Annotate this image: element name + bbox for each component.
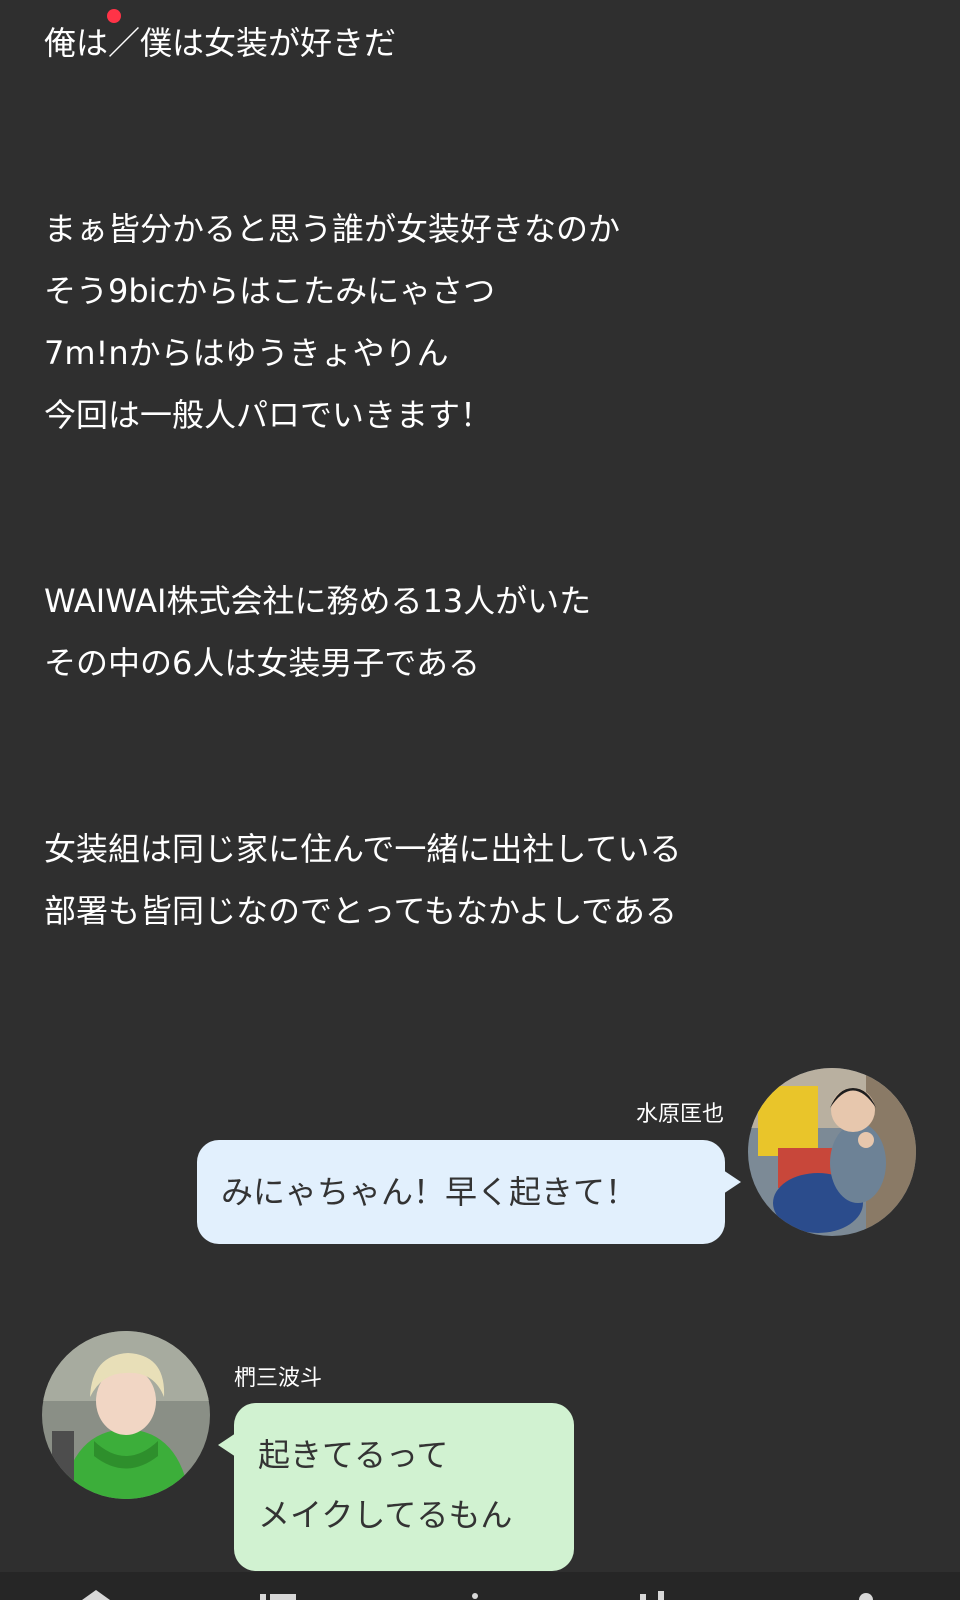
story-spacer — [44, 756, 934, 818]
story-spacer — [44, 694, 934, 756]
story-spacer — [44, 446, 934, 508]
story-line: 7m!nからはゆうきょやりん — [44, 334, 449, 372]
story-spacer — [44, 508, 934, 570]
chat-bubble-text: 起きてるって — [258, 1436, 449, 1474]
story-line: 俺は／僕は女装が好きだ — [44, 24, 397, 62]
story-spacer — [44, 74, 934, 136]
user-icon[interactable] — [846, 1590, 886, 1600]
notification-dot — [107, 9, 121, 23]
chat-bubble-text: みにゃちゃん！早く起きて！ — [221, 1173, 638, 1211]
pen-icon[interactable] — [455, 1590, 495, 1600]
chat-bubble: 起きてるって メイクしてるもん — [218, 1403, 574, 1571]
story-line: まぁ皆分かると思う誰が女装好きなのか — [44, 210, 621, 248]
list-icon[interactable] — [258, 1590, 298, 1600]
speaker-name: 椚三波斗 — [234, 1366, 323, 1391]
story-line: 今回は一般人パロでいきます！ — [44, 396, 493, 434]
chat-bubble-text: メイクしてるもん — [258, 1496, 513, 1534]
home-icon[interactable] — [76, 1590, 116, 1600]
speaker-avatar-right[interactable] — [748, 1068, 916, 1236]
bottom-nav — [0, 1572, 960, 1600]
story-line: 女装組は同じ家に住んで一緒に出社している — [44, 830, 682, 868]
speaker-avatar-left[interactable] — [42, 1331, 210, 1499]
story-text: 俺は／僕は女装が好きだ まぁ皆分かると思う誰が女装好きなのか そう9bicからは… — [44, 12, 934, 942]
speaker-name: 水原匡也 — [635, 1102, 724, 1127]
story-spacer — [44, 136, 934, 198]
story-line: WAIWAI株式会社に務める13人がいた — [44, 582, 592, 620]
bars-icon[interactable] — [634, 1590, 674, 1600]
story-line: そう9bicからはこたみにゃさつ — [44, 272, 496, 310]
story-line: 部署も皆同じなのでとってもなかよしである — [44, 892, 677, 930]
chat-bubble: みにゃちゃん！早く起きて！ — [197, 1140, 741, 1244]
story-line: その中の6人は女装男子である — [44, 644, 481, 682]
